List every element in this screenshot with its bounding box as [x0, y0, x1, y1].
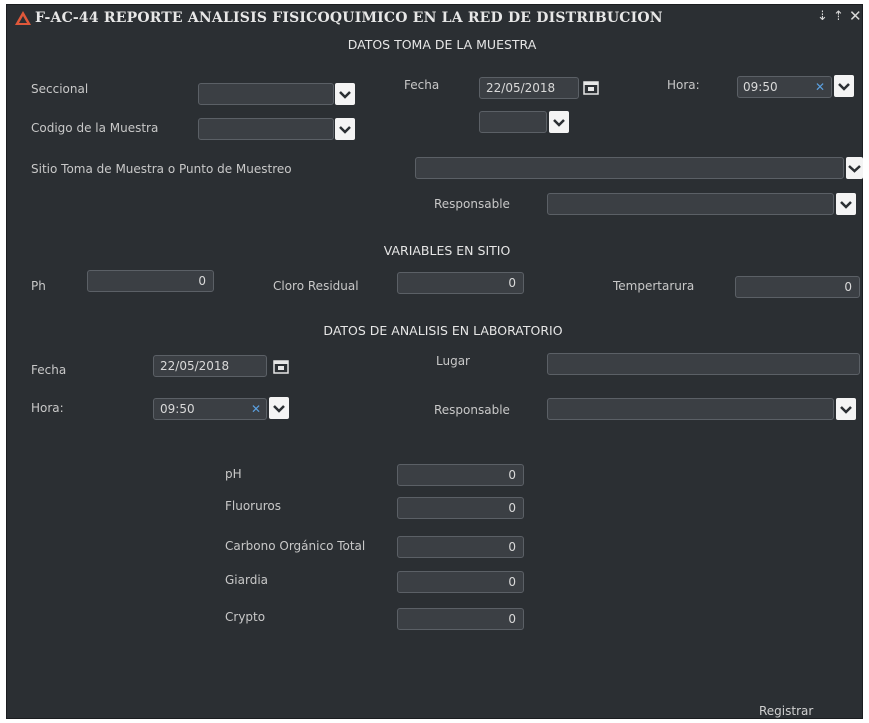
- app-logo-icon: [15, 11, 31, 25]
- hora-toma-label: Hora:: [667, 78, 700, 92]
- chevron-down-icon: [339, 91, 351, 99]
- crypto-label: Crypto: [225, 610, 266, 624]
- sitio-muestra-select[interactable]: [415, 157, 844, 179]
- chevron-down-icon: [840, 201, 852, 209]
- codigo-muestra-dropdown-button[interactable]: [335, 118, 355, 140]
- chevron-down-icon: [848, 165, 861, 173]
- registrar-button[interactable]: Registrar: [755, 704, 818, 718]
- clear-icon[interactable]: ✕: [251, 402, 261, 416]
- hora-toma-input[interactable]: 09:50 ✕: [737, 76, 832, 98]
- chevron-down-icon: [553, 119, 565, 127]
- lugar-label: Lugar: [436, 354, 470, 368]
- hora-toma-value: 09:50: [743, 80, 778, 94]
- crypto-value: 0: [508, 612, 516, 626]
- responsable-lab-select[interactable]: [547, 398, 834, 420]
- seccional-label: Seccional: [31, 82, 89, 96]
- temperatura-value: 0: [844, 280, 852, 294]
- fecha-toma-value: 22/05/2018: [486, 81, 556, 95]
- carbono-organico-value: 0: [508, 540, 516, 554]
- ph-sitio-input[interactable]: 0: [87, 270, 214, 292]
- fluoruros-value: 0: [508, 501, 516, 515]
- seccional-dropdown-button[interactable]: [335, 83, 355, 105]
- hora-lab-dropdown-button[interactable]: [269, 397, 289, 419]
- calendar-icon[interactable]: [581, 77, 601, 99]
- secondary-select[interactable]: [479, 111, 547, 133]
- report-window: F-AC-44 REPORTE ANALISIS FISICOQUIMICO E…: [6, 4, 863, 719]
- section-title-toma: DATOS TOMA DE LA MUESTRA: [347, 37, 537, 52]
- section-title-variables: VARIABLES EN SITIO: [383, 243, 511, 258]
- crypto-input[interactable]: 0: [397, 608, 524, 630]
- carbono-organico-input[interactable]: 0: [397, 536, 524, 558]
- responsable-lab-dropdown-button[interactable]: [836, 398, 856, 420]
- ph-lab-label: pH: [225, 467, 242, 481]
- codigo-muestra-select[interactable]: [198, 118, 334, 140]
- cloro-residual-value: 0: [508, 276, 516, 290]
- fluoruros-label: Fluoruros: [225, 499, 281, 513]
- cloro-residual-label: Cloro Residual: [273, 279, 359, 293]
- pin-icon[interactable]: ⇡: [833, 9, 844, 24]
- cloro-residual-input[interactable]: 0: [397, 272, 524, 294]
- chevron-down-icon: [339, 126, 351, 134]
- hora-lab-value: 09:50: [160, 402, 195, 416]
- fecha-toma-label: Fecha: [404, 78, 440, 92]
- ph-lab-value: 0: [508, 468, 516, 482]
- clear-icon[interactable]: ✕: [815, 80, 825, 94]
- temperatura-input[interactable]: 0: [735, 276, 860, 298]
- responsable-toma-dropdown-button[interactable]: [836, 193, 856, 215]
- title-bar: F-AC-44 REPORTE ANALISIS FISICOQUIMICO E…: [7, 5, 862, 31]
- sitio-muestra-dropdown-button[interactable]: [846, 157, 863, 179]
- fecha-lab-value: 22/05/2018: [160, 359, 230, 373]
- responsable-toma-select[interactable]: [547, 193, 834, 215]
- secondary-dropdown-button[interactable]: [549, 111, 569, 133]
- giardia-value: 0: [508, 575, 516, 589]
- chevron-down-icon: [838, 83, 850, 91]
- fecha-lab-label: Fecha: [31, 363, 67, 377]
- giardia-label: Giardia: [225, 573, 269, 587]
- section-title-laboratorio: DATOS DE ANALISIS EN LABORATORIO: [323, 323, 563, 338]
- ph-sitio-label: Ph: [31, 279, 46, 293]
- close-icon[interactable]: ✕: [849, 7, 862, 25]
- hora-lab-label: Hora:: [31, 401, 64, 415]
- temperatura-label: Tempertarura: [613, 279, 695, 293]
- dock-icon[interactable]: ⇣: [817, 9, 828, 24]
- fluoruros-input[interactable]: 0: [397, 497, 524, 519]
- ph-sitio-value: 0: [198, 274, 206, 288]
- chevron-down-icon: [273, 405, 285, 413]
- sitio-muestra-label: Sitio Toma de Muestra o Punto de Muestre…: [31, 162, 292, 176]
- ph-lab-input[interactable]: 0: [397, 464, 524, 486]
- codigo-muestra-label: Codigo de la Muestra: [31, 121, 159, 135]
- seccional-select[interactable]: [198, 83, 334, 105]
- chevron-down-icon: [840, 406, 852, 414]
- window-title: F-AC-44 REPORTE ANALISIS FISICOQUIMICO E…: [35, 10, 663, 26]
- responsable-lab-label: Responsable: [434, 403, 510, 417]
- carbono-organico-label: Carbono Orgánico Total: [225, 539, 366, 553]
- responsable-toma-label: Responsable: [434, 197, 510, 211]
- hora-toma-dropdown-button[interactable]: [834, 75, 854, 97]
- hora-lab-input[interactable]: 09:50 ✕: [153, 398, 267, 420]
- lugar-input[interactable]: [547, 353, 860, 375]
- fecha-lab-input[interactable]: 22/05/2018: [153, 355, 267, 377]
- giardia-input[interactable]: 0: [397, 571, 524, 593]
- fecha-toma-input[interactable]: 22/05/2018: [479, 77, 579, 99]
- calendar-icon[interactable]: [271, 356, 291, 378]
